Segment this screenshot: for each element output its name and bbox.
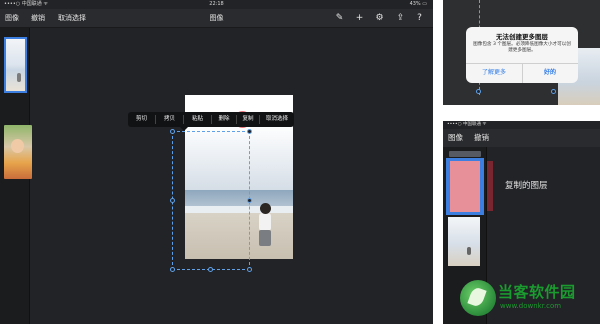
battery-label: 43% ▭ — [409, 1, 427, 7]
alert-message: 图像包含 3 个图层。必须降低图像大小才可以创建更多图层。 — [473, 42, 571, 53]
help-icon[interactable]: ? — [414, 13, 425, 24]
child-face — [11, 139, 24, 153]
selection-handle[interactable] — [170, 267, 175, 272]
context-menu: 剪切 拷贝 粘贴 删除 复制 取消选择 — [128, 112, 294, 127]
status-bar: ••••○ 中国联通 ᯤ 22:18 43% ▭ — [0, 0, 433, 9]
gear-icon[interactable]: ⚙ — [374, 13, 385, 24]
plus-icon[interactable]: + — [354, 13, 365, 24]
selection-box[interactable] — [172, 131, 250, 270]
leaf-icon — [467, 286, 487, 308]
status-bar: ••••○ 中国联通 ᯤ — [447, 122, 487, 127]
image-button[interactable]: 图像 — [448, 129, 463, 147]
share-icon[interactable]: ⇪ — [395, 13, 406, 24]
screenshot-collage: ••••○ 中国联通 ᯤ 22:18 43% ▭ 图像 撤销 取消选择 图像 ✎… — [0, 0, 600, 324]
selection-handle[interactable] — [247, 267, 252, 272]
toolbar: 图像 撤销 — [443, 129, 600, 147]
image-sidebar — [0, 28, 32, 324]
selection-handle[interactable] — [247, 198, 252, 203]
alert-title: 无法创建更多图层 — [496, 33, 548, 41]
toolbar: 图像 撤销 取消选择 图像 ✎ + ⚙ ⇪ ? — [0, 9, 433, 28]
layer-shadow — [487, 161, 493, 211]
menu-item-cut[interactable]: 剪切 — [128, 112, 155, 127]
copied-layer-thumbnail[interactable] — [450, 161, 480, 212]
selection-handle[interactable] — [247, 129, 252, 134]
child-body — [259, 213, 271, 231]
toolbar-title: 图像 — [209, 14, 224, 22]
selection-handle[interactable] — [476, 89, 481, 94]
alert-panel: 无法创建更多图层 图像包含 3 个图层。必须降低图像大小才可以创建更多图层。 了… — [443, 0, 600, 105]
ok-button[interactable]: 好的 — [522, 67, 578, 76]
selection-handle[interactable] — [551, 89, 556, 94]
watermark-logo — [460, 280, 496, 316]
alert-dialog: 无法创建更多图层 图像包含 3 个图层。必须降低图像大小才可以创建更多图层。 了… — [466, 27, 578, 83]
main-screen: ••••○ 中国联通 ᯤ 22:18 43% ▭ 图像 撤销 取消选择 图像 ✎… — [0, 0, 433, 324]
menu-item-deselect[interactable]: 取消选择 — [260, 112, 294, 127]
child-legs — [259, 230, 271, 246]
selection-handle[interactable] — [170, 129, 175, 134]
child-head — [260, 203, 271, 214]
menu-pointer — [180, 127, 188, 131]
brush-icon[interactable]: ✎ — [334, 13, 345, 24]
watermark-name: 当客软件园 — [498, 283, 576, 301]
learn-more-button[interactable]: 了解更多 — [466, 67, 522, 76]
child-figure — [467, 247, 471, 255]
menu-item-copy[interactable]: 拷贝 — [156, 112, 183, 127]
menu-item-paste[interactable]: 粘贴 — [184, 112, 211, 127]
menu-item-delete[interactable]: 删除 — [212, 112, 236, 127]
undo-button[interactable]: 撤销 — [474, 129, 489, 147]
layer-thumbnail[interactable] — [448, 217, 480, 266]
image-thumbnail[interactable] — [4, 125, 32, 179]
watermark-url: www.downkr.com — [500, 302, 562, 310]
selection-handle[interactable] — [170, 198, 175, 203]
child-figure — [17, 73, 21, 82]
menu-item-duplicate[interactable]: 复制 — [237, 112, 259, 127]
selection-handle[interactable] — [208, 267, 213, 272]
image-thumbnail-selected[interactable] — [4, 37, 27, 93]
clock: 22:18 — [209, 1, 224, 7]
layer-stack-indicator — [449, 151, 481, 157]
copied-layer-label: 复制的图层 — [505, 181, 548, 191]
